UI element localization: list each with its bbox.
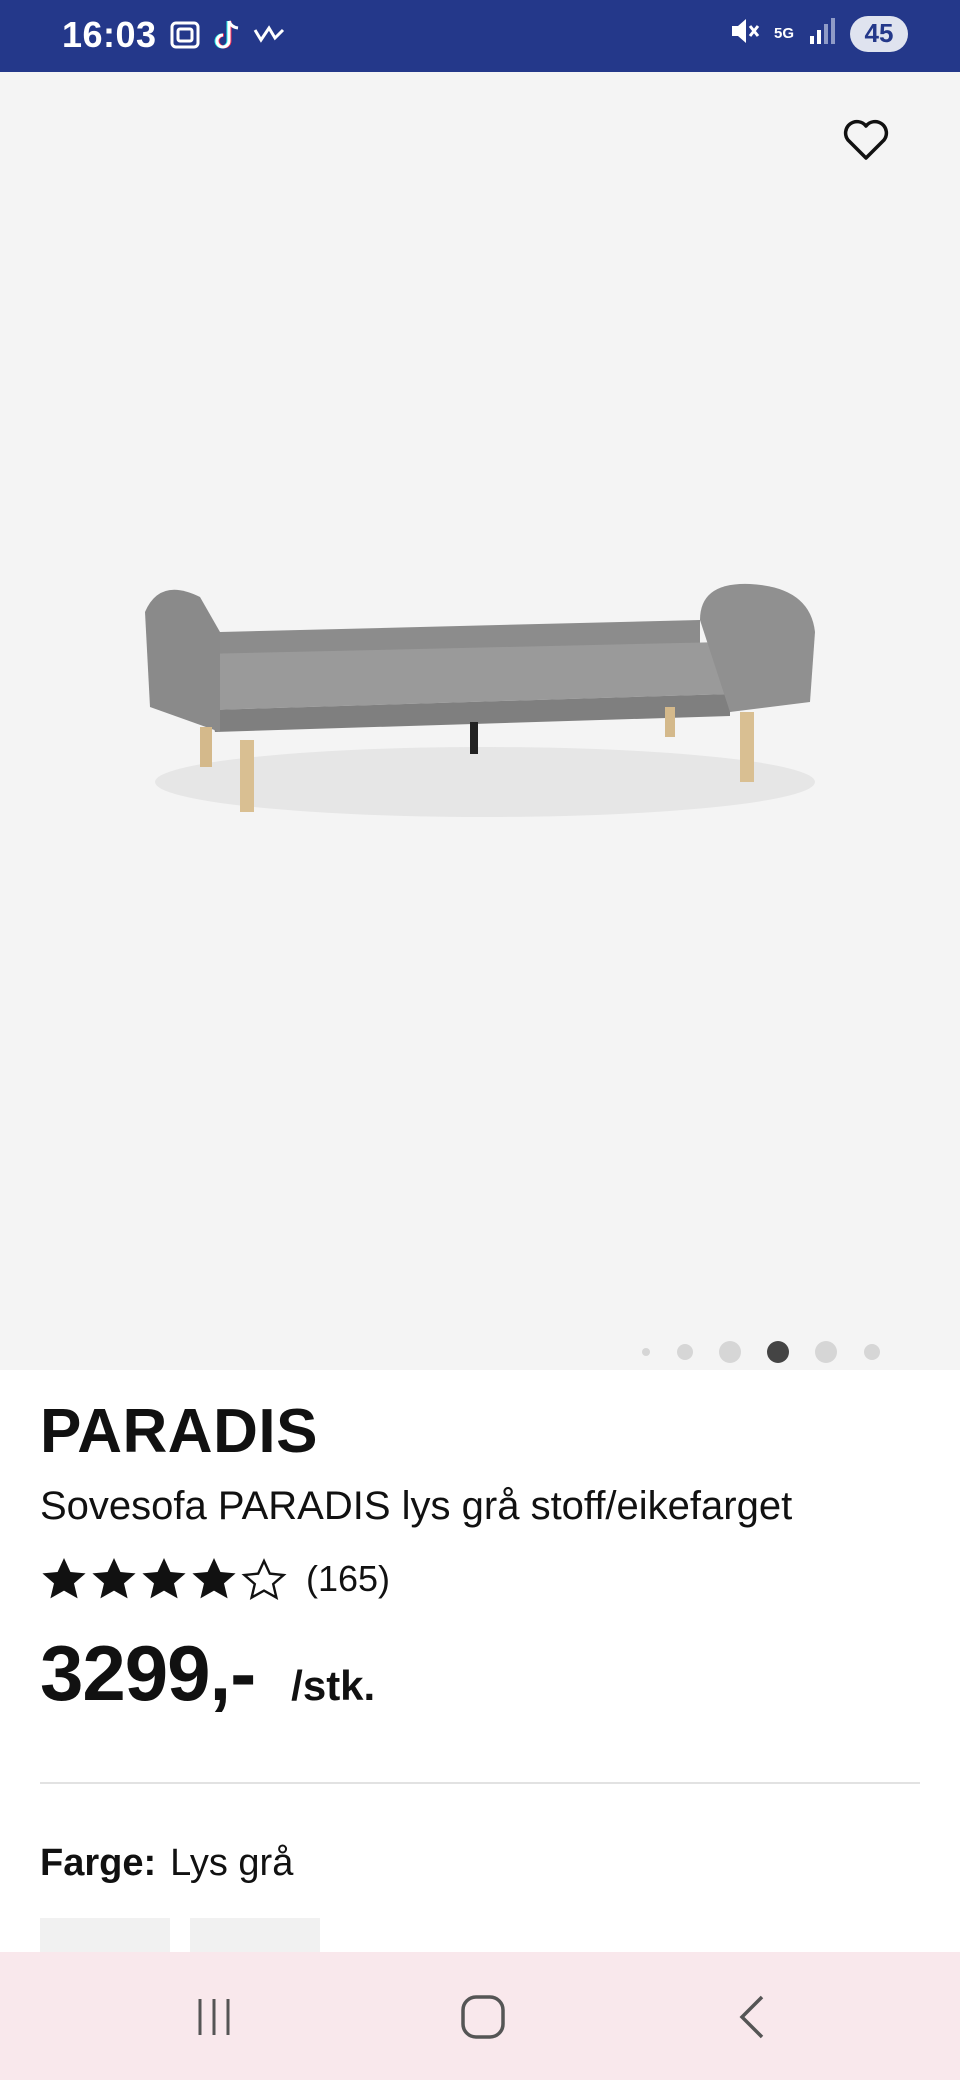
- recent-apps-icon: [198, 1999, 230, 2035]
- product-rating[interactable]: (165): [40, 1556, 390, 1602]
- gallery-dot[interactable]: [719, 1341, 741, 1363]
- gallery-dot[interactable]: [864, 1344, 880, 1360]
- star-outline-icon: [241, 1558, 287, 1600]
- rating-stars: [40, 1556, 288, 1602]
- product-brand: PARADIS: [40, 1397, 318, 1466]
- color-selector-header: Farge: Lys grå: [40, 1842, 293, 1885]
- screenshot-icon: [168, 18, 202, 57]
- home-button[interactable]: [443, 1982, 523, 2052]
- status-right-icons: 5G 45: [728, 14, 908, 53]
- status-time: 16:03: [62, 14, 157, 55]
- status-left-icons: [168, 18, 286, 57]
- product-price: 3299,-: [40, 1629, 256, 1717]
- tiktok-icon: [212, 18, 242, 57]
- heart-outline-icon: [843, 119, 889, 160]
- system-nav-bar: [0, 1952, 960, 2080]
- price-unit: /stk.: [291, 1662, 376, 1709]
- gallery-dot[interactable]: [677, 1344, 693, 1360]
- status-bar: 16:03 5G 45: [0, 0, 960, 72]
- network-indicator: 5G: [773, 24, 794, 42]
- back-icon: [739, 1995, 764, 2039]
- product-title: Sovesofa PARADIS lys grå stoff/eikefarge…: [40, 1484, 793, 1528]
- signal-icon: [808, 16, 836, 51]
- star-filled-icon: [192, 1558, 236, 1599]
- color-label: Farge:: [40, 1842, 157, 1884]
- product-image-gallery[interactable]: [0, 72, 960, 1370]
- review-count[interactable]: (165): [306, 1558, 390, 1600]
- mute-icon: [728, 14, 760, 53]
- star-filled-icon: [142, 1558, 186, 1599]
- battery-indicator: 45: [850, 15, 908, 52]
- color-value: Lys grå: [170, 1842, 294, 1884]
- gallery-pagination: [0, 1340, 960, 1364]
- home-icon: [461, 1995, 505, 2039]
- star-filled-icon: [42, 1558, 86, 1599]
- recent-apps-button[interactable]: [174, 1982, 254, 2052]
- wave-icon: [252, 20, 286, 55]
- divider: [40, 1782, 920, 1784]
- back-button[interactable]: [712, 1982, 792, 2052]
- favorite-button[interactable]: [838, 112, 894, 168]
- star-filled-icon: [92, 1558, 136, 1599]
- gallery-dot-active[interactable]: [767, 1341, 789, 1363]
- price-row: 3299,- /stk.: [40, 1628, 375, 1719]
- product-image: [145, 583, 815, 817]
- gallery-dot[interactable]: [642, 1348, 650, 1356]
- gallery-dot[interactable]: [815, 1341, 837, 1363]
